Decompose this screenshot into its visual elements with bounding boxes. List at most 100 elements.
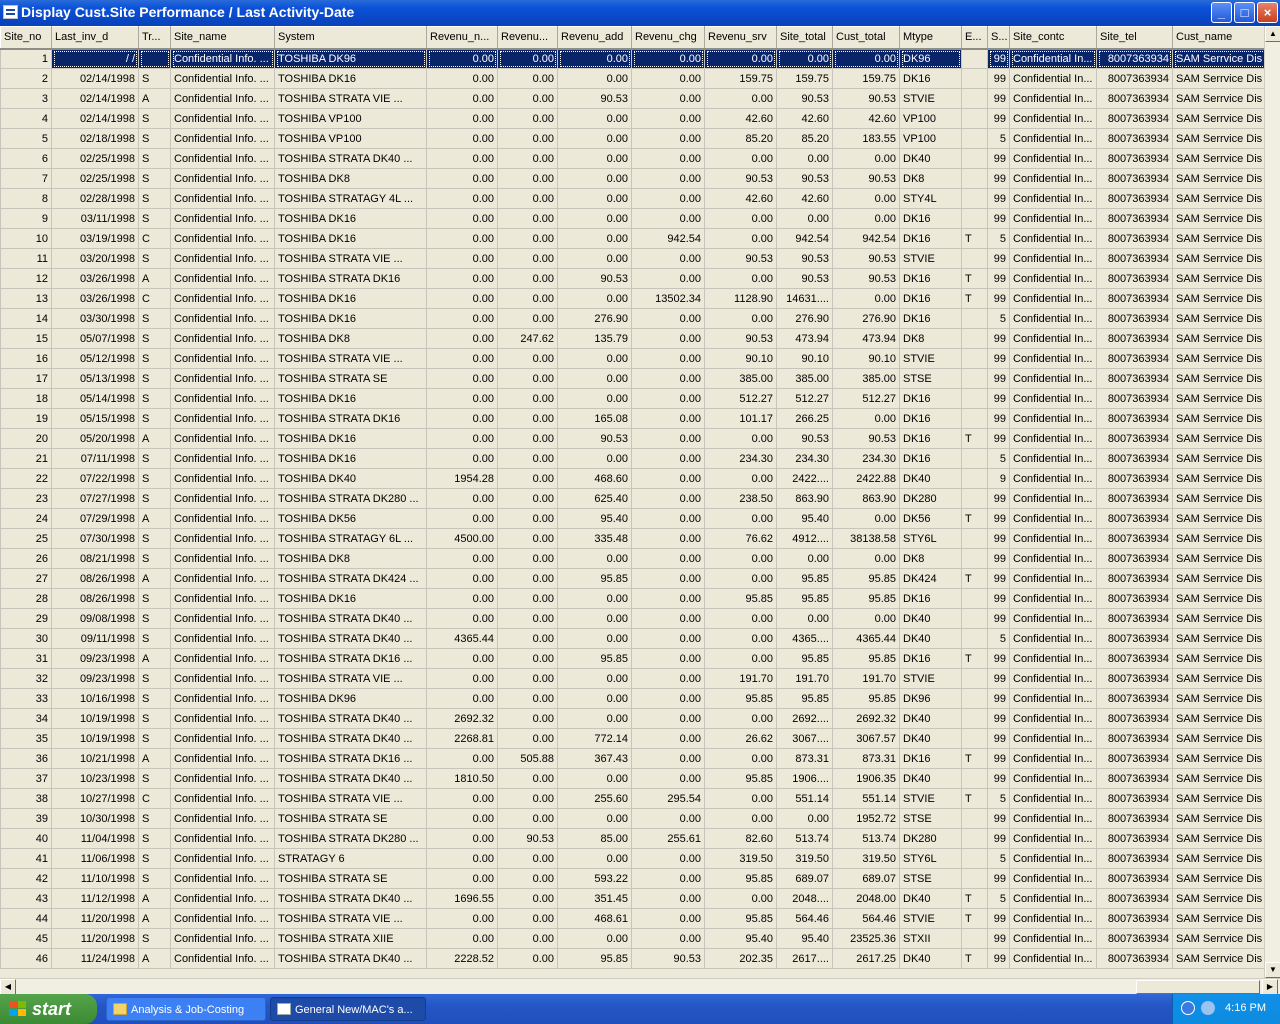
- table-cell[interactable]: Confidential Info. ...: [170, 788, 275, 809]
- table-cell[interactable]: 0.00: [426, 348, 498, 369]
- table-cell[interactable]: 03/19/1998: [51, 228, 139, 249]
- table-row[interactable]: 15 05/07/1998 S Confidential Info. ... TOSHI…: [0, 328, 1264, 349]
- table-cell[interactable]: 14: [0, 308, 52, 329]
- table-cell[interactable]: 95.85: [832, 688, 900, 709]
- table-cell[interactable]: 0.00: [704, 148, 777, 169]
- table-cell[interactable]: Confidential Info. ...: [170, 748, 275, 769]
- table-cell[interactable]: Confidential Info. ...: [170, 708, 275, 729]
- table-cell[interactable]: 0.00: [497, 948, 558, 969]
- table-cell[interactable]: S: [138, 108, 171, 129]
- table-cell[interactable]: 0.00: [704, 208, 777, 229]
- table-cell[interactable]: S: [138, 608, 171, 629]
- table-cell[interactable]: DK16: [899, 288, 962, 309]
- table-cell[interactable]: SAM Serrvice Dis: [1172, 588, 1264, 609]
- table-cell[interactable]: Confidential Info. ...: [170, 308, 275, 329]
- column-header[interactable]: Site_no: [0, 26, 52, 50]
- table-cell[interactable]: Confidential In...: [1009, 88, 1097, 109]
- table-cell[interactable]: [961, 128, 988, 149]
- data-grid[interactable]: Site_no Last_inv_d Tr... Site_name System Rev…: [0, 26, 1264, 978]
- table-cell[interactable]: 8007363934: [1096, 928, 1173, 949]
- table-cell[interactable]: 0.00: [426, 868, 498, 889]
- table-cell[interactable]: T: [961, 888, 988, 909]
- column-header[interactable]: Mtype: [899, 26, 962, 50]
- table-cell[interactable]: Confidential Info. ...: [170, 508, 275, 529]
- table-cell[interactable]: 90.53: [776, 88, 833, 109]
- table-row[interactable]: 41 11/06/1998 S Confidential Info. ... STRAT…: [0, 848, 1264, 869]
- table-cell[interactable]: 0.00: [631, 548, 705, 569]
- table-row[interactable]: 25 07/30/1998 S Confidential Info. ... TOSHI…: [0, 528, 1264, 549]
- table-cell[interactable]: 942.54: [631, 228, 705, 249]
- table-row[interactable]: 20 05/20/1998 A Confidential Info. ... TOSHI…: [0, 428, 1264, 449]
- table-row[interactable]: 29 09/08/1998 S Confidential Info. ... TOSHI…: [0, 608, 1264, 629]
- table-cell[interactable]: 625.40: [557, 488, 632, 509]
- table-cell[interactable]: TOSHIBA STRATA DK40 ...: [274, 148, 427, 169]
- table-cell[interactable]: 0.00: [426, 808, 498, 829]
- table-row[interactable]: 19 05/15/1998 S Confidential Info. ... TOSHI…: [0, 408, 1264, 429]
- table-cell[interactable]: 0.00: [557, 668, 632, 689]
- table-cell[interactable]: 19: [0, 408, 52, 429]
- horizontal-scroll-thumb[interactable]: [1136, 980, 1260, 994]
- table-cell[interactable]: TOSHIBA DK8: [274, 548, 427, 569]
- table-cell[interactable]: 8007363934: [1096, 168, 1173, 189]
- table-cell[interactable]: 513.74: [832, 828, 900, 849]
- table-cell[interactable]: SAM Serrvice Dis: [1172, 288, 1264, 309]
- table-cell[interactable]: 0.00: [704, 648, 777, 669]
- table-cell[interactable]: SAM Serrvice Dis: [1172, 868, 1264, 889]
- table-cell[interactable]: [961, 388, 988, 409]
- table-cell[interactable]: 16: [0, 348, 52, 369]
- table-cell[interactable]: 76.62: [704, 528, 777, 549]
- table-cell[interactable]: A: [138, 428, 171, 449]
- table-cell[interactable]: TOSHIBA STRATAGY 4L ...: [274, 188, 427, 209]
- table-cell[interactable]: 0.00: [704, 708, 777, 729]
- table-cell[interactable]: 0.00: [497, 168, 558, 189]
- table-cell[interactable]: 90.53: [631, 948, 705, 969]
- table-cell[interactable]: 26.62: [704, 728, 777, 749]
- table-cell[interactable]: S: [138, 828, 171, 849]
- column-header[interactable]: Last_inv_d: [51, 26, 139, 50]
- column-header[interactable]: S...: [987, 26, 1010, 50]
- table-cell[interactable]: 0.00: [631, 388, 705, 409]
- table-cell[interactable]: DK16: [899, 588, 962, 609]
- table-cell[interactable]: S: [138, 448, 171, 469]
- table-cell[interactable]: STY6L: [899, 848, 962, 869]
- table-cell[interactable]: 0.00: [631, 428, 705, 449]
- table-cell[interactable]: 82.60: [704, 828, 777, 849]
- table-cell[interactable]: 31: [0, 648, 52, 669]
- table-cell[interactable]: 99: [987, 608, 1010, 629]
- table-cell[interactable]: 191.70: [832, 668, 900, 689]
- table-cell[interactable]: 99: [987, 948, 1010, 969]
- table-cell[interactable]: 0.00: [832, 188, 900, 209]
- table-cell[interactable]: T: [961, 428, 988, 449]
- table-cell[interactable]: 8007363934: [1096, 248, 1173, 269]
- table-cell[interactable]: TOSHIBA STRATA VIE ...: [274, 908, 427, 929]
- table-cell[interactable]: 29: [0, 608, 52, 629]
- table-cell[interactable]: 09/23/1998: [51, 668, 139, 689]
- table-cell[interactable]: 0.00: [557, 228, 632, 249]
- table-cell[interactable]: 1696.55: [426, 888, 498, 909]
- table-cell[interactable]: 0.00: [704, 88, 777, 109]
- table-cell[interactable]: 0.00: [497, 648, 558, 669]
- table-cell[interactable]: 90.53: [557, 428, 632, 449]
- table-cell[interactable]: 0.00: [497, 228, 558, 249]
- table-cell[interactable]: 0.00: [704, 808, 777, 829]
- table-cell[interactable]: 8007363934: [1096, 428, 1173, 449]
- table-cell[interactable]: 34: [0, 708, 52, 729]
- title-bar[interactable]: Display Cust.Site Performance / Last Act…: [0, 0, 1280, 26]
- table-cell[interactable]: Confidential In...: [1009, 488, 1097, 509]
- table-cell[interactable]: 02/28/1998: [51, 188, 139, 209]
- table-cell[interactable]: TOSHIBA STRATA VIE ...: [274, 788, 427, 809]
- table-cell[interactable]: 90.53: [776, 268, 833, 289]
- table-cell[interactable]: Confidential Info. ...: [170, 108, 275, 129]
- table-cell[interactable]: 513.74: [776, 828, 833, 849]
- table-cell[interactable]: 0.00: [426, 188, 498, 209]
- table-cell[interactable]: 99: [987, 908, 1010, 929]
- table-cell[interactable]: 165.08: [557, 408, 632, 429]
- table-cell[interactable]: 351.45: [557, 888, 632, 909]
- table-cell[interactable]: 276.90: [832, 308, 900, 329]
- table-cell[interactable]: S: [138, 668, 171, 689]
- table-cell[interactable]: 0.00: [557, 708, 632, 729]
- table-cell[interactable]: 10/19/1998: [51, 728, 139, 749]
- table-row[interactable]: 33 10/16/1998 S Confidential Info. ... TOSHI…: [0, 688, 1264, 709]
- table-cell[interactable]: 8007363934: [1096, 568, 1173, 589]
- table-cell[interactable]: 0.00: [832, 148, 900, 169]
